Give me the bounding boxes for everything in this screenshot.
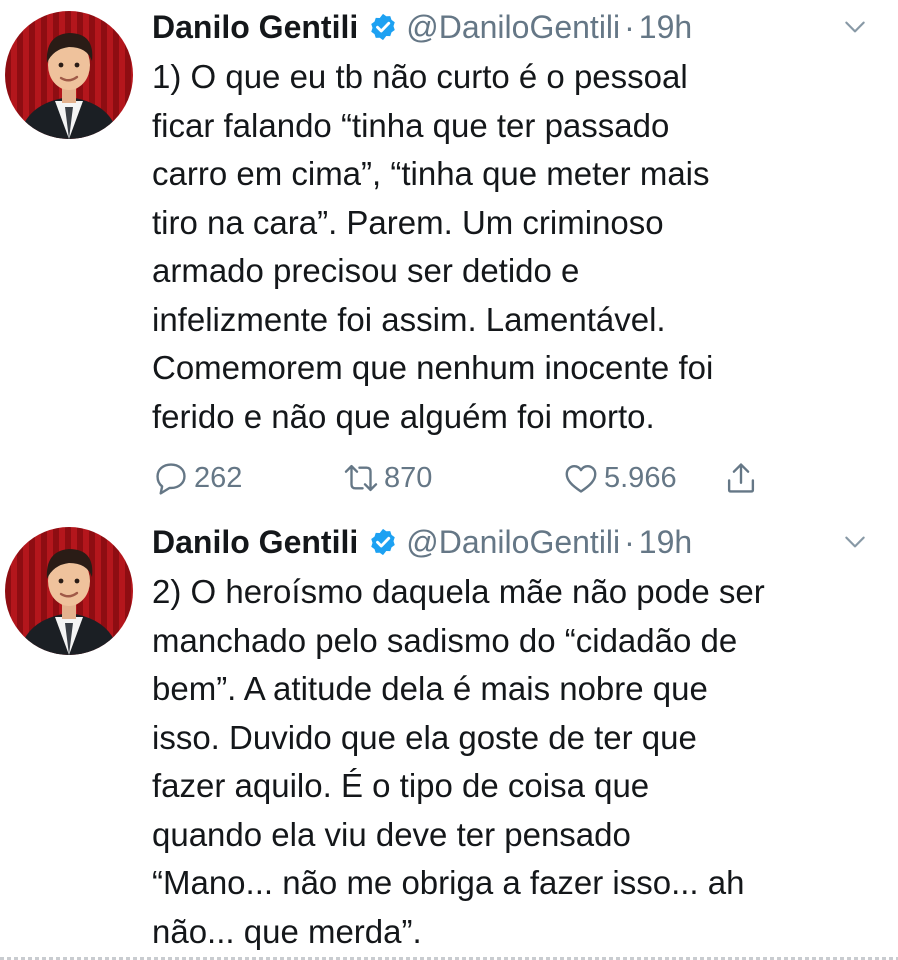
- verified-badge-icon: [371, 528, 395, 556]
- tweet-text-line: 1) O que eu tb não curto é o pessoal: [152, 58, 688, 95]
- author-handle[interactable]: @DaniloGentili: [406, 524, 620, 561]
- author-name[interactable]: Danilo Gentili: [152, 524, 358, 561]
- share-icon: [727, 463, 755, 493]
- reply-button[interactable]: 262: [152, 456, 242, 500]
- share-button[interactable]: [722, 456, 760, 500]
- avatar-image: [19, 33, 119, 139]
- tweet-header: Danilo Gentili @DaniloGentili · 19h: [152, 4, 888, 50]
- separator-dot: ·: [624, 8, 635, 45]
- verified-badge-icon: [371, 13, 395, 41]
- tweet-text: 2) O heroísmo daquela mãe não pode ser m…: [152, 568, 887, 956]
- chevron-down-icon[interactable]: [842, 14, 868, 40]
- tweet-text-line: infelizmente foi assim. Lamentável.: [152, 300, 666, 338]
- avatar[interactable]: [5, 11, 133, 139]
- tweet-header: Danilo Gentili @DaniloGentili · 19h: [152, 519, 888, 565]
- author-handle[interactable]: @DaniloGentili: [406, 9, 620, 46]
- reply-count: 262: [194, 461, 243, 494]
- avatar-image: [19, 549, 119, 655]
- tweet[interactable]: Danilo Gentili @DaniloGentili · 19h 2) O…: [0, 515, 898, 960]
- tweet-text-line: bem”. A atitude dela é mais nobre que: [152, 670, 708, 707]
- tweet-text-line: “Mano... não me obriga a fazer isso... a…: [152, 864, 745, 901]
- tweet-text-line: isso. Duvido que ela goste de ter que: [152, 718, 697, 756]
- author-name[interactable]: Danilo Gentili: [152, 9, 358, 46]
- tweet-text-line: fazer aquilo. É o tipo de coisa que: [152, 767, 650, 804]
- tweet[interactable]: Danilo Gentili @DaniloGentili · 19h 1) O…: [0, 0, 898, 515]
- tweet-text-line: não... que merda”.: [152, 912, 422, 950]
- retweet-icon: [344, 464, 378, 492]
- separator-dot: ·: [624, 523, 635, 560]
- reply-icon: [156, 463, 186, 495]
- tweet-text-line: Comemorem que nenhum inocente foi: [152, 349, 714, 386]
- like-count: 5.966: [604, 461, 677, 494]
- retweet-count: 870: [384, 461, 433, 494]
- tweet-text-line: armado precisou ser detido e: [152, 252, 580, 289]
- tweet-text-line: quando ela viu deve ter pensado: [152, 815, 631, 853]
- tweet-text-line: manchado pelo sadismo do “cidadão de: [152, 621, 738, 659]
- like-button[interactable]: 5.966: [562, 456, 677, 500]
- timestamp[interactable]: 19h: [639, 524, 692, 561]
- tweet-text-line: ficar falando “tinha que ter passado: [152, 106, 670, 144]
- tweet-text-line: ferido e não que alguém foi morto.: [152, 397, 655, 435]
- retweet-button[interactable]: 870: [342, 456, 432, 500]
- tweet-text-line: 2) O heroísmo daquela mãe não pode ser: [152, 573, 765, 610]
- tweet-actions: 262 870 5.966: [152, 456, 792, 500]
- heart-icon: [565, 464, 597, 493]
- avatar[interactable]: [5, 527, 133, 655]
- tweet-text: 1) O que eu tb não curto é o pessoal fic…: [152, 53, 887, 441]
- tweet-text-line: tiro na cara”. Parem. Um criminoso: [152, 203, 664, 241]
- tweet-text-line: carro em cima”, “tinha que meter mais: [152, 155, 710, 192]
- chevron-down-icon[interactable]: [842, 529, 868, 555]
- timestamp[interactable]: 19h: [639, 9, 692, 46]
